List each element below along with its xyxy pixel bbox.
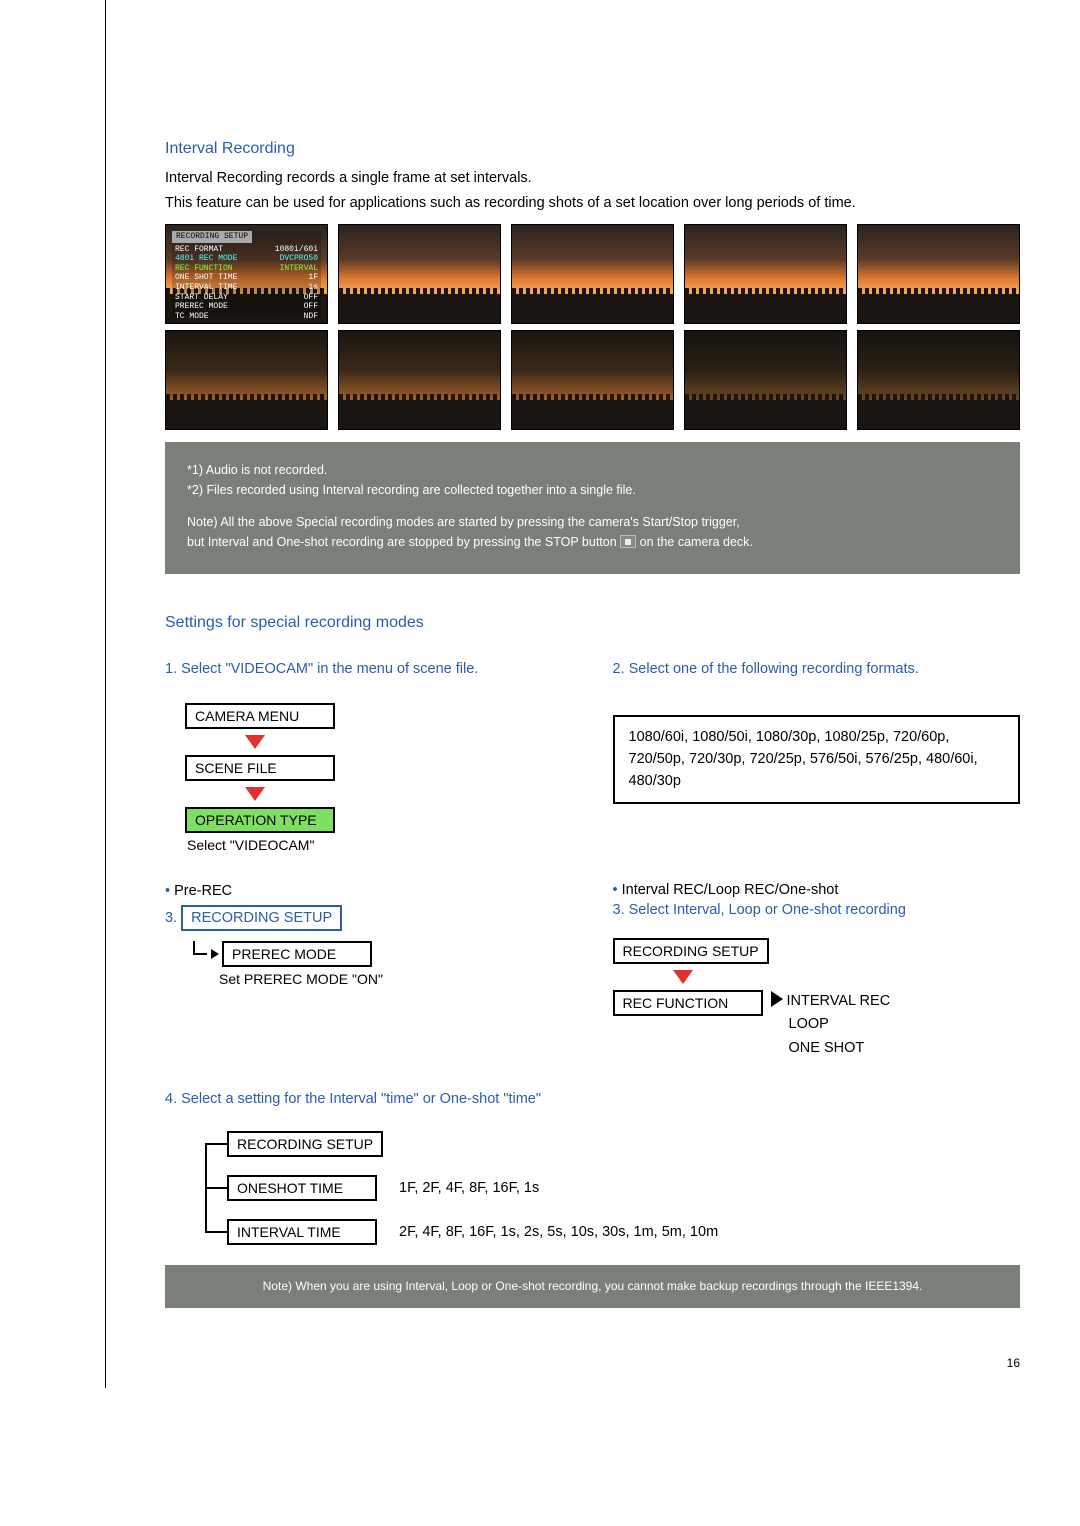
box-recording-setup-1: RECORDING SETUP: [181, 905, 342, 931]
page-number: 16: [1007, 1356, 1020, 1370]
step3-bullet: Interval REC/Loop REC/One-shot: [622, 882, 839, 898]
arrow-down-icon: [673, 970, 693, 984]
note-3b: but Interval and One-shot recording are …: [187, 532, 998, 552]
box-rec-function: REC FUNCTION: [613, 990, 763, 1016]
prerec-sub: Set PREREC MODE "ON": [219, 971, 573, 987]
thumb-3: [511, 224, 674, 324]
note-3a: Note) All the above Special recording mo…: [187, 512, 998, 532]
prerec-bullet: Pre-REC: [174, 883, 232, 899]
box-operation-type: OPERATION TYPE: [185, 807, 335, 833]
notes-box-2: Note) When you are using Interval, Loop …: [165, 1265, 1020, 1308]
timelapse-thumbnails: RECORDING SETUP REC FORMAT1080i/60i480i …: [165, 224, 1020, 430]
arrow-down-icon: [245, 735, 265, 749]
elbow-connector: [189, 945, 215, 963]
box-recording-setup-3: RECORDING SETUP: [227, 1131, 383, 1157]
step1-label: 1. Select "VIDEOCAM" in the menu of scen…: [165, 661, 478, 677]
thumb-7: [338, 330, 501, 430]
step1-sub: Select "VIDEOCAM": [187, 837, 573, 853]
notes-box-1: *1) Audio is not recorded. *2) Files rec…: [165, 442, 1020, 574]
arrow-right-icon: [771, 991, 783, 1007]
box-oneshot-time: ONESHOT TIME: [227, 1175, 377, 1201]
rec-function-options: INTERVAL REC LOOP ONE SHOT: [771, 990, 891, 1060]
step4-label: 4. Select a setting for the Interval "ti…: [165, 1091, 541, 1107]
box-scene-file: SCENE FILE: [185, 755, 335, 781]
interval-desc-2: This feature can be used for application…: [165, 193, 1020, 214]
heading-settings-special: Settings for special recording modes: [165, 614, 1020, 632]
step1-path: CAMERA MENU SCENE FILE OPERATION TYPE Se…: [185, 703, 573, 853]
thumb-4: [684, 224, 847, 324]
box-camera-menu: CAMERA MENU: [185, 703, 335, 729]
box-recording-setup-2: RECORDING SETUP: [613, 938, 769, 964]
box-interval-time: INTERVAL TIME: [227, 1219, 377, 1245]
box-prerec-mode: PREREC MODE: [222, 941, 372, 967]
thumb-8: [511, 330, 674, 430]
thumb-2: [338, 224, 501, 324]
note-2: *2) Files recorded using Interval record…: [187, 480, 998, 500]
note-1: *1) Audio is not recorded.: [187, 460, 998, 480]
arrow-down-icon: [245, 787, 265, 801]
oneshot-values: 1F, 2F, 4F, 8F, 16F, 1s: [399, 1180, 539, 1196]
stop-button-icon: [620, 535, 636, 548]
thumb-menu: RECORDING SETUP REC FORMAT1080i/60i480i …: [165, 224, 328, 324]
thumb-9: [684, 330, 847, 430]
step2-label: 2. Select one of the following recording…: [613, 661, 919, 677]
left-margin-rule: [105, 0, 106, 1388]
osd-menu: RECORDING SETUP REC FORMAT1080i/60i480i …: [172, 231, 321, 317]
thumb-6: [165, 330, 328, 430]
step4-tree: RECORDING SETUP ONESHOT TIME 1F, 2F, 4F,…: [205, 1131, 1020, 1245]
interval-desc-1: Interval Recording records a single fram…: [165, 168, 1020, 189]
thumb-5: [857, 224, 1020, 324]
formats-list: 1080/60i, 1080/50i, 1080/30p, 1080/25p, …: [613, 715, 1021, 804]
interval-values: 2F, 4F, 8F, 16F, 1s, 2s, 5s, 10s, 30s, 1…: [399, 1224, 718, 1240]
heading-interval-recording: Interval Recording: [165, 140, 1020, 158]
step3-label: 3. Select Interval, Loop or One-shot rec…: [613, 902, 906, 918]
thumb-10: [857, 330, 1020, 430]
